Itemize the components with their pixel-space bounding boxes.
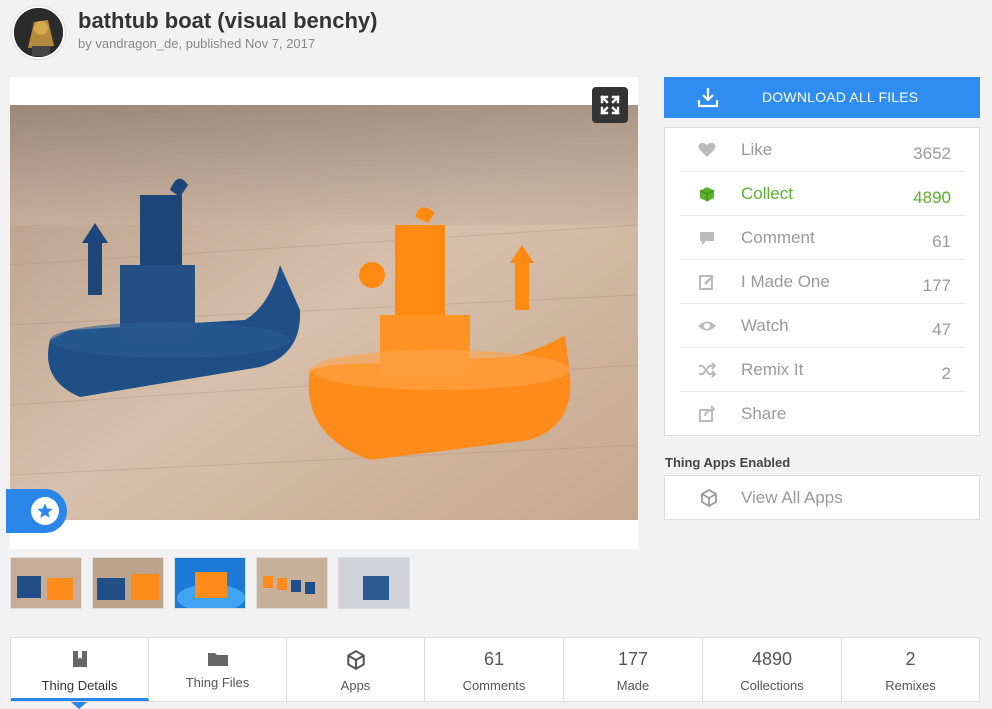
comment-action[interactable]: Comment 61 [681,216,965,260]
comment-label: Comment [741,228,815,247]
collect-icon [699,187,715,202]
like-count: 3652 [913,144,951,163]
watch-label: Watch [741,316,789,335]
download-all-files-button[interactable]: DOWNLOAD ALL FILES [664,77,980,118]
collect-label: Collect [741,184,793,203]
tab-thing-files-label: Thing Files [185,675,250,690]
tab-thing-details-label: Thing Details [41,678,118,693]
made-one-action[interactable]: I Made One 177 [681,260,965,304]
remix-count: 2 [941,364,951,383]
tab-made-count: 177 [617,649,649,669]
thumbnail-1[interactable] [10,557,82,609]
like-label: Like [741,140,773,159]
made-one-count: 177 [922,276,951,295]
active-tab-pointer [71,702,87,709]
heart-icon [698,142,716,157]
tab-apps[interactable]: Apps [287,638,425,701]
tab-remixes-count: 2 [905,649,916,669]
tab-comments-label: Comments [462,678,526,693]
tab-comments[interactable]: 61 Comments [425,638,564,701]
edit-icon [699,275,714,290]
download-label: DOWNLOAD ALL FILES [762,89,919,105]
download-icon [697,88,719,108]
tab-comments-count: 61 [483,649,505,669]
byline-prefix: by [78,36,96,51]
shuffle-icon [699,362,717,378]
remix-label: Remix It [741,360,804,379]
tab-remixes-label: Remixes [885,678,936,693]
tab-collections-count: 4890 [751,649,793,669]
bookmark-icon [72,651,87,667]
view-all-apps-button[interactable]: View All Apps [664,475,980,520]
view-all-apps-label: View All Apps [741,488,843,507]
cube-icon [701,488,717,508]
tab-remixes[interactable]: 2 Remixes [842,638,979,701]
main-photo[interactable] [10,105,638,520]
byline: by vandragon_de, published Nov 7, 2017 [78,36,315,51]
thumbnail-3[interactable] [174,557,246,609]
like-action[interactable]: Like 3652 [681,128,965,172]
expand-button[interactable] [592,87,628,123]
folder-icon [207,653,228,666]
remix-action[interactable]: Remix It 2 [681,348,965,392]
actions-panel: Like 3652 Collect 4890 Comment 61 I Made… [664,127,980,436]
thumbnail-2[interactable] [92,557,164,609]
apps-heading: Thing Apps Enabled [665,455,791,470]
watch-count: 47 [932,320,951,339]
tab-collections[interactable]: 4890 Collections [703,638,842,701]
made-one-label: I Made One [741,272,830,291]
thing-tabs: Thing Details Thing Files Apps 61 Commen… [10,637,980,702]
tab-thing-details[interactable]: Thing Details [11,638,149,701]
eye-icon [698,321,716,331]
share-action[interactable]: Share [681,392,965,436]
main-image-viewer [6,77,638,549]
star-icon [31,497,59,525]
tab-apps-label: Apps [340,678,371,693]
cube-icon [346,650,365,670]
watch-action[interactable]: Watch 47 [681,304,965,348]
author-link[interactable]: vandragon_de [95,36,178,51]
collect-count: 4890 [913,188,951,207]
comment-icon [700,232,714,245]
share-label: Share [741,404,787,423]
thumbnail-4[interactable] [256,557,328,609]
featured-badge[interactable] [6,489,67,533]
tab-thing-files[interactable]: Thing Files [149,638,287,701]
expand-icon [600,95,620,115]
tab-collections-label: Collections [740,678,804,693]
author-avatar[interactable] [12,6,65,59]
comment-count: 61 [932,232,951,251]
collect-action[interactable]: Collect 4890 [681,172,965,216]
tab-made-label: Made [616,678,650,693]
published-date: , published Nov 7, 2017 [178,36,316,51]
thumbnail-5[interactable] [338,557,410,609]
tab-made[interactable]: 177 Made [564,638,703,701]
share-icon [699,405,716,422]
page-title: bathtub boat (visual benchy) [78,8,378,33]
